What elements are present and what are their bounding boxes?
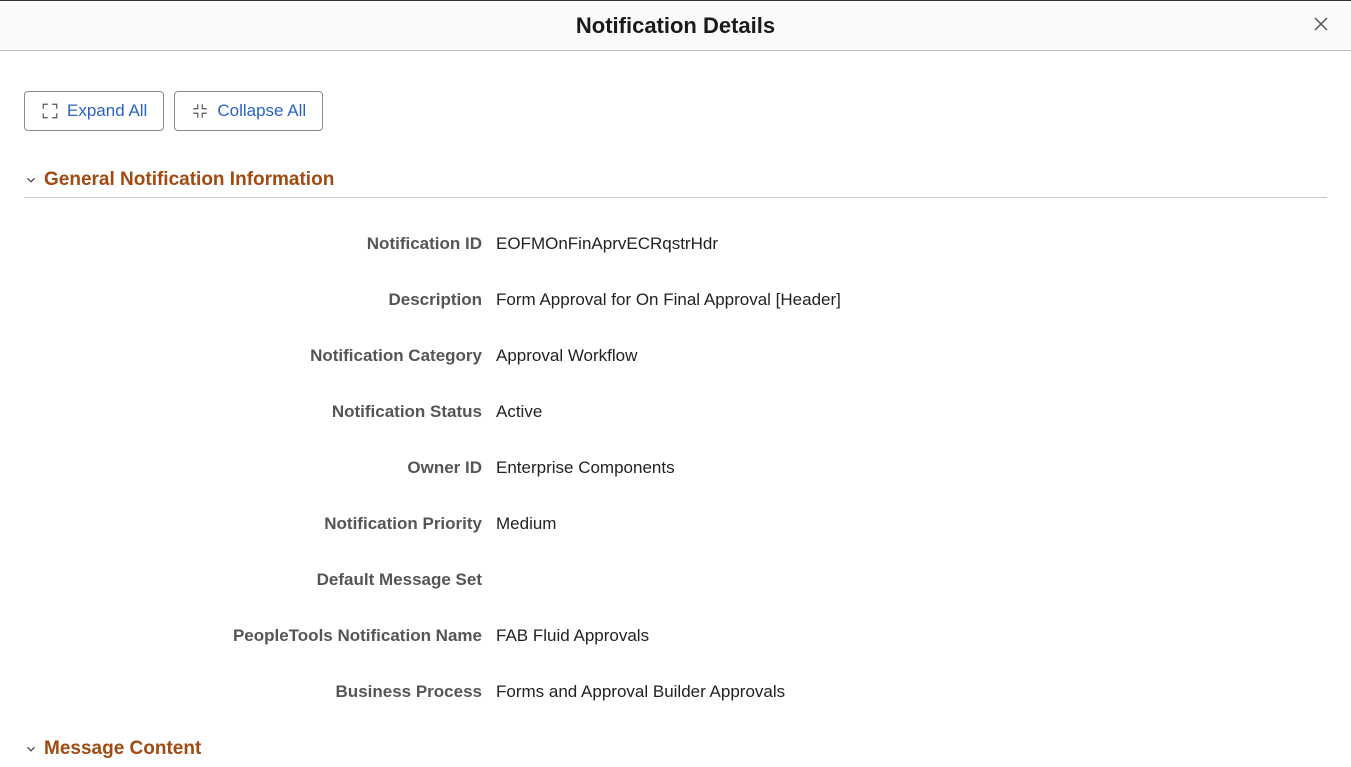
- section-title-message-content: Message Content: [44, 738, 201, 760]
- section-title-general: General Notification Information: [44, 169, 334, 191]
- collapse-all-label: Collapse All: [217, 101, 306, 121]
- modal-body: Expand All Collapse All General Notifica…: [0, 51, 1351, 767]
- close-icon: [1312, 15, 1330, 36]
- field-notification-id: Notification ID EOFMOnFinAprvECRqstrHdr: [24, 234, 1327, 254]
- field-notification-status: Notification Status Active: [24, 402, 1327, 422]
- section-header-general[interactable]: General Notification Information: [24, 169, 1327, 198]
- expand-icon: [41, 102, 59, 120]
- value-peopletools-notification-name: FAB Fluid Approvals: [496, 626, 649, 646]
- field-default-message-set: Default Message Set: [24, 570, 1327, 590]
- label-business-process: Business Process: [24, 682, 496, 702]
- value-notification-category: Approval Workflow: [496, 346, 637, 366]
- label-notification-status: Notification Status: [24, 402, 496, 422]
- chevron-down-icon: [24, 742, 38, 756]
- value-notification-id: EOFMOnFinAprvECRqstrHdr: [496, 234, 718, 254]
- label-notification-category: Notification Category: [24, 346, 496, 366]
- label-owner-id: Owner ID: [24, 458, 496, 478]
- label-description: Description: [24, 290, 496, 310]
- field-business-process: Business Process Forms and Approval Buil…: [24, 682, 1327, 702]
- label-notification-id: Notification ID: [24, 234, 496, 254]
- value-notification-priority: Medium: [496, 514, 556, 534]
- expand-all-button[interactable]: Expand All: [24, 91, 164, 131]
- label-peopletools-notification-name: PeopleTools Notification Name: [24, 626, 496, 646]
- section-header-message-content[interactable]: Message Content: [24, 738, 1327, 760]
- field-description: Description Form Approval for On Final A…: [24, 290, 1327, 310]
- collapse-icon: [191, 102, 209, 120]
- field-notification-priority: Notification Priority Medium: [24, 514, 1327, 534]
- value-owner-id: Enterprise Components: [496, 458, 675, 478]
- label-default-message-set: Default Message Set: [24, 570, 496, 590]
- modal-header: Notification Details: [0, 0, 1351, 51]
- value-notification-status: Active: [496, 402, 542, 422]
- value-business-process: Forms and Approval Builder Approvals: [496, 682, 785, 702]
- collapse-all-button[interactable]: Collapse All: [174, 91, 323, 131]
- toolbar: Expand All Collapse All: [24, 91, 1327, 131]
- field-peopletools-notification-name: PeopleTools Notification Name FAB Fluid …: [24, 626, 1327, 646]
- modal-title: Notification Details: [576, 13, 775, 39]
- general-section-body: Notification ID EOFMOnFinAprvECRqstrHdr …: [24, 234, 1327, 702]
- chevron-down-icon: [24, 173, 38, 187]
- close-button[interactable]: [1309, 14, 1333, 38]
- field-owner-id: Owner ID Enterprise Components: [24, 458, 1327, 478]
- value-description: Form Approval for On Final Approval [Hea…: [496, 290, 841, 310]
- expand-all-label: Expand All: [67, 101, 147, 121]
- field-notification-category: Notification Category Approval Workflow: [24, 346, 1327, 366]
- label-notification-priority: Notification Priority: [24, 514, 496, 534]
